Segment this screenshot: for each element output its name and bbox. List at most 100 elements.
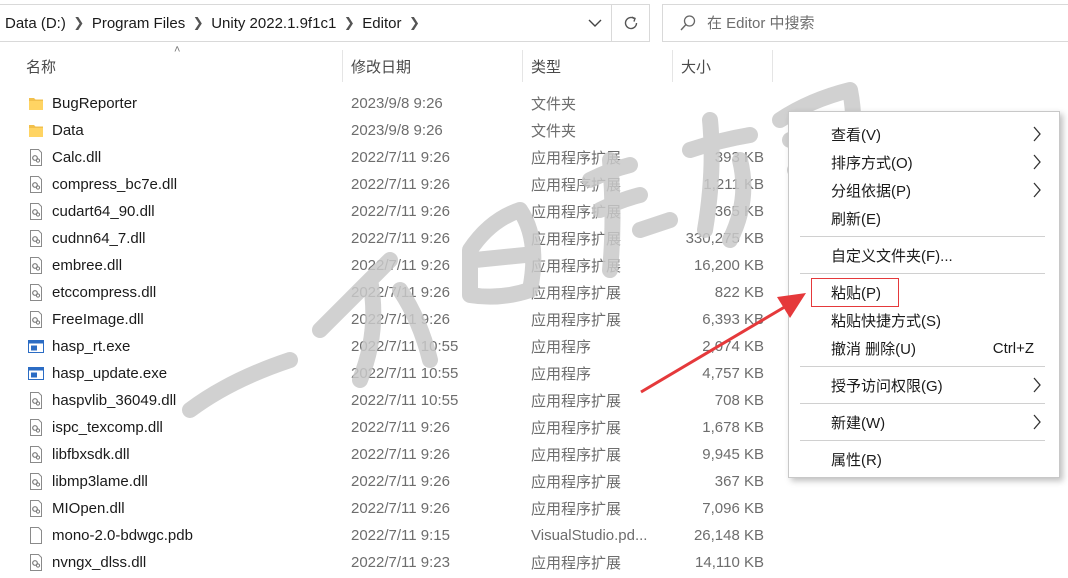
file-type: 应用程序扩展: [531, 420, 622, 437]
file-size: 822 KB: [714, 284, 764, 301]
file-date: 2023/9/8 9:26: [351, 95, 443, 112]
file-row[interactable]: libfbxsdk.dll 2022/7/11 9:26 应用程序扩展 9,945 K…: [0, 441, 780, 468]
breadcrumb-chevron-icon[interactable]: ❯: [401, 15, 427, 31]
file-row[interactable]: embree.dll 2022/7/11 9:26 应用程序扩展 16,200 KB: [0, 252, 780, 279]
address-history-button[interactable]: [577, 5, 611, 41]
file-row[interactable]: MIOpen.dll 2022/7/11 9:26 应用程序扩展 7,096 KB: [0, 495, 780, 522]
folder-icon: [28, 122, 44, 139]
file-size: 16,200 KB: [693, 257, 764, 274]
file-name: libfbxsdk.dll: [52, 446, 130, 463]
file-name: cudnn64_7.dll: [52, 230, 146, 247]
column-header-type[interactable]: 类型: [531, 48, 671, 84]
file-name: etccompress.dll: [52, 284, 157, 301]
menu-item-refresh[interactable]: 刷新(E): [790, 204, 1058, 232]
file-type: 应用程序: [531, 339, 592, 356]
breadcrumb-chevron-icon[interactable]: ❯: [336, 15, 362, 31]
file-icon: [28, 527, 44, 544]
file-type: 应用程序: [531, 366, 592, 383]
file-type: 应用程序扩展: [531, 474, 622, 491]
address-bar[interactable]: Data (D:) ❯ Program Files ❯ Unity 2022.1…: [0, 4, 650, 42]
file-type: VisualStudio.pd...: [531, 527, 648, 544]
file-date: 2022/7/11 9:26: [351, 500, 450, 517]
breadcrumb-drive[interactable]: Data (D:): [5, 15, 66, 32]
column-divider[interactable]: [672, 50, 673, 82]
menu-item-new[interactable]: 新建(W): [790, 408, 1058, 436]
file-name: libmp3lame.dll: [52, 473, 148, 490]
file-type: 应用程序扩展: [531, 258, 622, 275]
refresh-button[interactable]: [611, 5, 649, 41]
file-date: 2022/7/11 9:26: [351, 284, 450, 301]
column-date-label: 修改日期: [351, 58, 412, 76]
file-row[interactable]: FreeImage.dll 2022/7/11 9:26 应用程序扩展 6,393 K…: [0, 306, 780, 333]
file-row[interactable]: haspvlib_36049.dll 2022/7/11 10:55 应用程序扩展 7…: [0, 387, 780, 414]
menu-item-customize-folder[interactable]: 自定义文件夹(F)...: [790, 241, 1058, 269]
file-row[interactable]: hasp_update.exe 2022/7/11 10:55 应用程序 4,757 …: [0, 360, 780, 387]
file-size: 330,275 KB: [685, 230, 764, 247]
file-size: 708 KB: [714, 392, 764, 409]
file-row[interactable]: compress_bc7e.dll 2022/7/11 9:26 应用程序扩展 1,2…: [0, 171, 780, 198]
file-date: 2022/7/11 9:26: [351, 473, 450, 490]
menu-item-view[interactable]: 查看(V): [790, 120, 1058, 148]
search-box[interactable]: [662, 4, 1068, 42]
file-date: 2022/7/11 9:26: [351, 176, 450, 193]
file-name: mono-2.0-bdwgc.pdb: [52, 527, 193, 544]
breadcrumb-unity[interactable]: Unity 2022.1.9f1c1: [211, 15, 336, 32]
dll-icon: [28, 473, 44, 490]
file-name: Data: [52, 122, 84, 139]
menu-item-label: 查看(V): [831, 126, 881, 144]
file-size: 7,096 KB: [702, 500, 764, 517]
breadcrumb-program-files[interactable]: Program Files: [92, 15, 185, 32]
menu-item-undo-delete[interactable]: 撤消 删除(U) Ctrl+Z: [790, 334, 1058, 362]
file-row[interactable]: mono-2.0-bdwgc.pdb 2022/7/11 9:15 VisualSt…: [0, 522, 780, 549]
search-input[interactable]: [707, 14, 1007, 32]
file-row[interactable]: Calc.dll 2022/7/11 9:26 应用程序扩展 393 KB: [0, 144, 780, 171]
file-type: 应用程序扩展: [531, 312, 622, 329]
file-row[interactable]: cudnn64_7.dll 2022/7/11 9:26 应用程序扩展 330,275…: [0, 225, 780, 252]
column-divider[interactable]: [522, 50, 523, 82]
exe-icon: [28, 365, 44, 382]
column-divider[interactable]: [342, 50, 343, 82]
search-icon: [680, 15, 696, 31]
file-row[interactable]: BugReporter 2023/9/8 9:26 文件夹: [0, 90, 780, 117]
file-row[interactable]: ispc_texcomp.dll 2022/7/11 9:26 应用程序扩展 1,67…: [0, 414, 780, 441]
refresh-icon: [624, 16, 637, 30]
chevron-right-icon: [1033, 126, 1041, 142]
file-name: ispc_texcomp.dll: [52, 419, 163, 436]
file-type: 文件夹: [531, 96, 577, 113]
column-header-date[interactable]: 修改日期: [351, 48, 521, 84]
menu-separator: [800, 366, 1045, 367]
menu-item-label: 分组依据(P): [831, 182, 911, 200]
file-name: cudart64_90.dll: [52, 203, 155, 220]
file-type: 应用程序扩展: [531, 501, 622, 518]
breadcrumb-editor[interactable]: Editor: [362, 15, 401, 32]
file-row[interactable]: cudart64_90.dll 2022/7/11 9:26 应用程序扩展 365 K…: [0, 198, 780, 225]
file-date: 2022/7/11 10:55: [351, 392, 459, 409]
file-row[interactable]: libmp3lame.dll 2022/7/11 9:26 应用程序扩展 367 KB: [0, 468, 780, 495]
menu-item-paste-shortcut[interactable]: 粘贴快捷方式(S): [790, 306, 1058, 334]
file-size: 6,393 KB: [702, 311, 764, 328]
file-row[interactable]: nvngx_dlss.dll 2022/7/11 9:23 应用程序扩展 14,110…: [0, 549, 780, 576]
menu-item-properties[interactable]: 属性(R): [790, 445, 1058, 473]
breadcrumb-chevron-icon[interactable]: ❯: [185, 15, 211, 31]
file-row[interactable]: etccompress.dll 2022/7/11 9:26 应用程序扩展 822 K…: [0, 279, 780, 306]
menu-separator: [800, 440, 1045, 441]
column-type-label: 类型: [531, 58, 562, 76]
file-row[interactable]: Data 2023/9/8 9:26 文件夹: [0, 117, 780, 144]
breadcrumb-chevron-icon[interactable]: ❯: [66, 15, 92, 31]
column-header-name[interactable]: 名称: [26, 48, 341, 84]
chevron-right-icon: [1033, 154, 1041, 170]
dll-icon: [28, 149, 44, 166]
column-divider[interactable]: [772, 50, 773, 82]
menu-item-group[interactable]: 分组依据(P): [790, 176, 1058, 204]
dll-icon: [28, 284, 44, 301]
column-header-size[interactable]: 大小: [681, 48, 771, 84]
file-date: 2022/7/11 9:26: [351, 149, 450, 166]
dll-icon: [28, 311, 44, 328]
file-row[interactable]: hasp_rt.exe 2022/7/11 10:55 应用程序 2,074 KB: [0, 333, 780, 360]
menu-item-sort[interactable]: 排序方式(O): [790, 148, 1058, 176]
menu-item-grant-access[interactable]: 授予访问权限(G): [790, 371, 1058, 399]
file-date: 2022/7/11 10:55: [351, 365, 459, 382]
breadcrumb[interactable]: Data (D:) ❯ Program Files ❯ Unity 2022.1…: [0, 5, 577, 41]
file-date: 2022/7/11 9:15: [351, 527, 450, 544]
dll-icon: [28, 419, 44, 436]
